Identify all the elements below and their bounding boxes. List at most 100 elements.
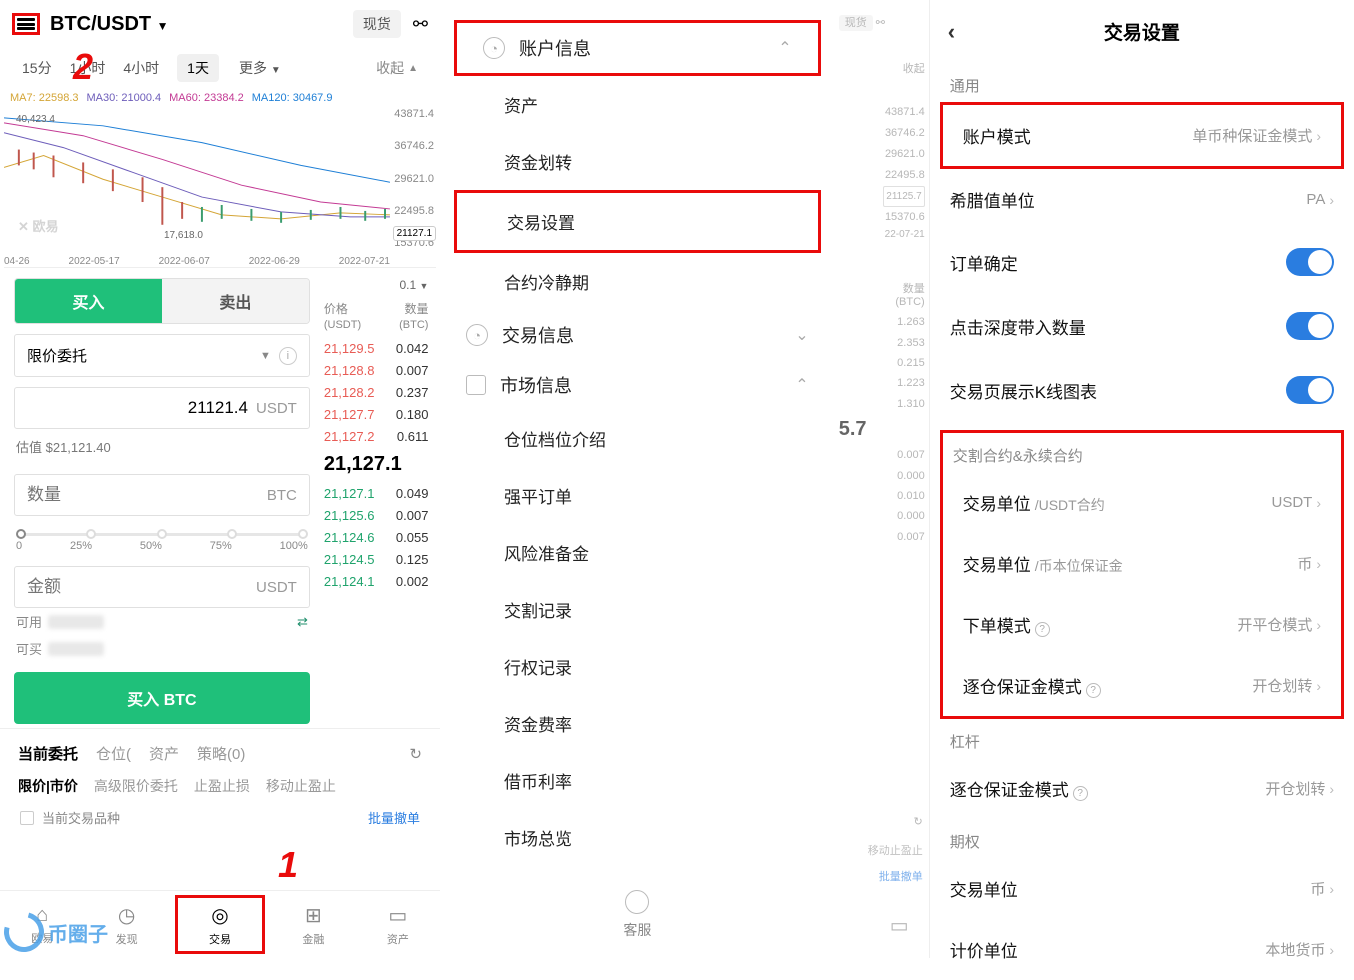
ask-row[interactable]: 21,129.50.042	[324, 337, 429, 359]
ask-row[interactable]: 21,127.70.180	[324, 403, 429, 425]
help-icon[interactable]: ?	[1073, 786, 1088, 801]
only-current-label: 当前交易品种	[42, 808, 120, 827]
mid-price: 21,127.1	[324, 447, 429, 482]
buy-tab[interactable]: 买入	[15, 279, 162, 323]
spot-badge[interactable]: 现货	[353, 10, 401, 38]
row-quote-unit[interactable]: 计价单位 本地货币›	[930, 919, 1354, 980]
menu-transfer[interactable]: 资金划转	[440, 133, 835, 190]
filter-trailing[interactable]: 移动止盈止	[266, 776, 336, 796]
tf-1d[interactable]: 1天	[177, 54, 219, 82]
row-isolated-margin-1[interactable]: 逐仓保证金模式? 开仓划转›	[943, 655, 1341, 716]
row-depth-qty: 点击深度带入数量	[930, 294, 1354, 358]
amount-input[interactable]: USDT	[14, 566, 310, 608]
menu-borrow-rate[interactable]: 借币利率	[440, 752, 835, 809]
filter-stop[interactable]: 止盈止损	[194, 776, 250, 796]
nav-assets[interactable]: ▭资产	[356, 891, 440, 958]
chart-settings-icon[interactable]: ⚯	[413, 14, 428, 35]
price-input[interactable]: USDT	[14, 387, 310, 429]
chevron-up-icon: ⌃	[795, 375, 808, 395]
tf-15m[interactable]: 15分	[22, 58, 52, 78]
ma-indicators: MA7: 22598.3 MA30: 21000.4 MA60: 23384.2…	[0, 88, 440, 108]
ask-row[interactable]: 21,127.20.611	[324, 425, 429, 447]
row-unit-coin[interactable]: 交易单位/币本位保证金 币›	[943, 533, 1341, 594]
toggle-kline[interactable]	[1286, 376, 1334, 404]
clock-icon: ◔	[466, 324, 488, 346]
batch-cancel-button[interactable]: 批量撤单	[368, 808, 420, 827]
tf-more[interactable]: 更多 ▼	[239, 58, 281, 78]
filter-limit-market[interactable]: 限价|市价	[18, 776, 78, 796]
quantity-input[interactable]: BTC	[14, 474, 310, 516]
depth-select[interactable]: 0.1 ▼	[324, 278, 429, 296]
back-icon[interactable]: ‹	[948, 19, 974, 45]
bid-row[interactable]: 21,124.10.002	[324, 570, 429, 592]
menu-tier[interactable]: 仓位档位介绍	[440, 410, 835, 467]
menu-cooldown[interactable]: 合约冷静期	[440, 253, 835, 310]
bid-row[interactable]: 21,127.10.049	[324, 482, 429, 504]
order-type-select[interactable]: 限价委托▼i	[14, 334, 310, 377]
toggle-confirm[interactable]	[1286, 248, 1334, 276]
history-icon[interactable]: ↻	[409, 745, 422, 763]
toggle-depth[interactable]	[1286, 312, 1334, 340]
drawer-menu: ◔ 账户信息⌃ 资产 资金划转 交易设置 合约冷静期 ◔ 交易信息⌄ 市场信息⌃…	[440, 0, 835, 958]
info-icon[interactable]: i	[279, 347, 297, 365]
ghost-background: 现货 ⚯ 收起 43871.436746.229621.022495.8 211…	[835, 0, 929, 958]
row-show-kline: 交易页展示K线图表	[930, 358, 1354, 422]
row-option-unit[interactable]: 交易单位 币›	[930, 858, 1354, 919]
sell-tab[interactable]: 卖出	[162, 279, 309, 323]
row-isolated-margin-2[interactable]: 逐仓保证金模式? 开仓划转›	[930, 758, 1354, 819]
menu-overview[interactable]: 市场总览	[440, 809, 835, 866]
estimate: 估值 $21,121.40	[14, 429, 310, 464]
row-greek-unit[interactable]: 希腊值单位 PA›	[930, 169, 1354, 230]
tab-current-orders[interactable]: 当前委托	[18, 743, 78, 764]
buy-button[interactable]: 买入 BTC	[14, 672, 310, 724]
menu-icon[interactable]	[12, 13, 40, 35]
tab-assets[interactable]: 资产	[149, 743, 179, 764]
price-chart[interactable]: 40,423.4 17,618.0 ✕ 欧易 43871.436746.2296…	[4, 108, 436, 268]
tab-positions[interactable]: 仓位(	[96, 743, 131, 764]
position-tabs: 当前委托 仓位( 资产 策略(0) ↻	[0, 728, 440, 770]
filter-advanced[interactable]: 高级限价委托	[94, 776, 178, 796]
collapse-chart[interactable]: 收起 ▲	[376, 58, 418, 78]
menu-insurance[interactable]: 风险准备金	[440, 524, 835, 581]
orderbook: 0.1 ▼ 价格(USDT)数量(BTC) 21,129.50.042 21,1…	[324, 278, 429, 724]
batch-row: 当前交易品种 批量撤单	[0, 802, 440, 833]
menu-delivery[interactable]: 交割记录	[440, 581, 835, 638]
support-button[interactable]: 客服	[440, 890, 835, 940]
x-axis: 04-262022-05-172022-06-072022-06-292022-…	[4, 256, 390, 267]
chart-peak: 40,423.4	[16, 114, 55, 125]
page-title: 交易设置	[974, 18, 1310, 45]
menu-funding[interactable]: 资金费率	[440, 695, 835, 752]
help-icon[interactable]: ?	[1035, 622, 1050, 637]
row-order-mode[interactable]: 下单模式? 开平仓模式›	[943, 594, 1341, 655]
available-row: 可用⇄	[14, 608, 310, 635]
help-icon[interactable]: ?	[1086, 683, 1101, 698]
chart-watermark: ✕ 欧易	[18, 216, 59, 235]
canbuy-row: 可买	[14, 635, 310, 662]
candlestick-chart	[4, 108, 390, 249]
bid-row[interactable]: 21,124.50.125	[324, 548, 429, 570]
nav-trade[interactable]: ◎交易	[175, 895, 265, 954]
section-general: 通用	[930, 63, 1354, 102]
swap-icon[interactable]: ⇄	[297, 614, 308, 630]
ask-row[interactable]: 21,128.80.007	[324, 359, 429, 381]
chevron-up-icon: ⌃	[778, 38, 791, 58]
menu-assets[interactable]: 资产	[440, 76, 835, 133]
section-contract: 交割合约&永续合约	[943, 433, 1341, 472]
tf-4h[interactable]: 4小时	[123, 58, 159, 78]
bid-row[interactable]: 21,125.60.007	[324, 504, 429, 526]
bid-row[interactable]: 21,124.60.055	[324, 526, 429, 548]
menu-trade-settings[interactable]: 交易设置	[457, 193, 818, 250]
section-market-info[interactable]: 市场信息⌃	[440, 360, 835, 410]
section-trade-info[interactable]: ◔ 交易信息⌄	[440, 310, 835, 360]
menu-exercise[interactable]: 行权记录	[440, 638, 835, 695]
ask-row[interactable]: 21,128.20.237	[324, 381, 429, 403]
trading-pair[interactable]: BTC/USDT ▼	[50, 13, 169, 36]
tab-strategy[interactable]: 策略(0)	[197, 743, 245, 764]
menu-liquidation[interactable]: 强平订单	[440, 467, 835, 524]
row-account-mode[interactable]: 账户模式 单币种保证金模式›	[943, 105, 1341, 166]
nav-finance[interactable]: ⊞金融	[271, 891, 355, 958]
section-account[interactable]: ◔ 账户信息⌃	[454, 20, 821, 76]
timeframe-tabs: 15分 1小时 4小时 1天 更多 ▼ 收起 ▲	[0, 48, 440, 88]
only-current-checkbox[interactable]	[20, 811, 34, 825]
row-unit-usdt[interactable]: 交易单位/USDT合约 USDT›	[943, 472, 1341, 533]
